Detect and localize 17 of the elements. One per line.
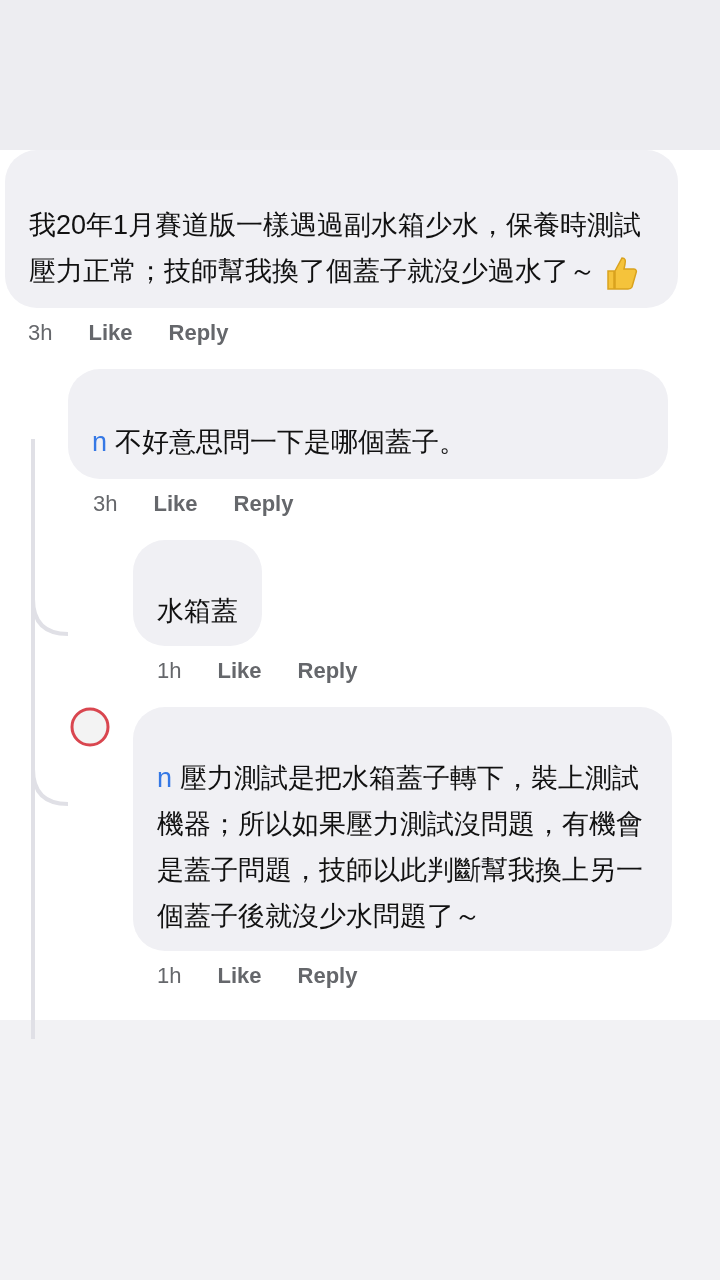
avatar-icon xyxy=(70,707,110,747)
reply-link[interactable]: Reply xyxy=(297,654,358,687)
like-link[interactable]: Like xyxy=(217,654,262,687)
like-link[interactable]: Like xyxy=(88,316,133,349)
comment-text: 我20年1月賽道版一樣遇過副水箱少水，保養時測試壓力正常；技師幫我換了個蓋子就沒少過水了～ xyxy=(29,202,654,294)
comment-time: 3h xyxy=(28,319,53,347)
comment-text: n 壓力測試是把水箱蓋子轉下，裝上測試機器；所以如果壓力測試沒問題，有機會是蓋子問題，技師以此判斷幫我換上另一個蓋子後就沒少水問題了～ xyxy=(157,762,644,933)
like-link[interactable]: Like xyxy=(217,959,262,992)
reply-link[interactable]: Reply xyxy=(233,487,294,520)
reply-link[interactable]: Reply xyxy=(168,316,229,349)
comment-text: n 不好意思問一下是哪個蓋子。 xyxy=(92,426,468,459)
comment-time: 3h xyxy=(93,490,118,518)
reply-link[interactable]: Reply xyxy=(297,959,358,992)
comment-time: 1h xyxy=(157,657,182,685)
comment-text: 水箱蓋 xyxy=(157,595,238,628)
comment-time: 1h xyxy=(157,962,182,990)
like-link[interactable]: Like xyxy=(153,487,198,520)
